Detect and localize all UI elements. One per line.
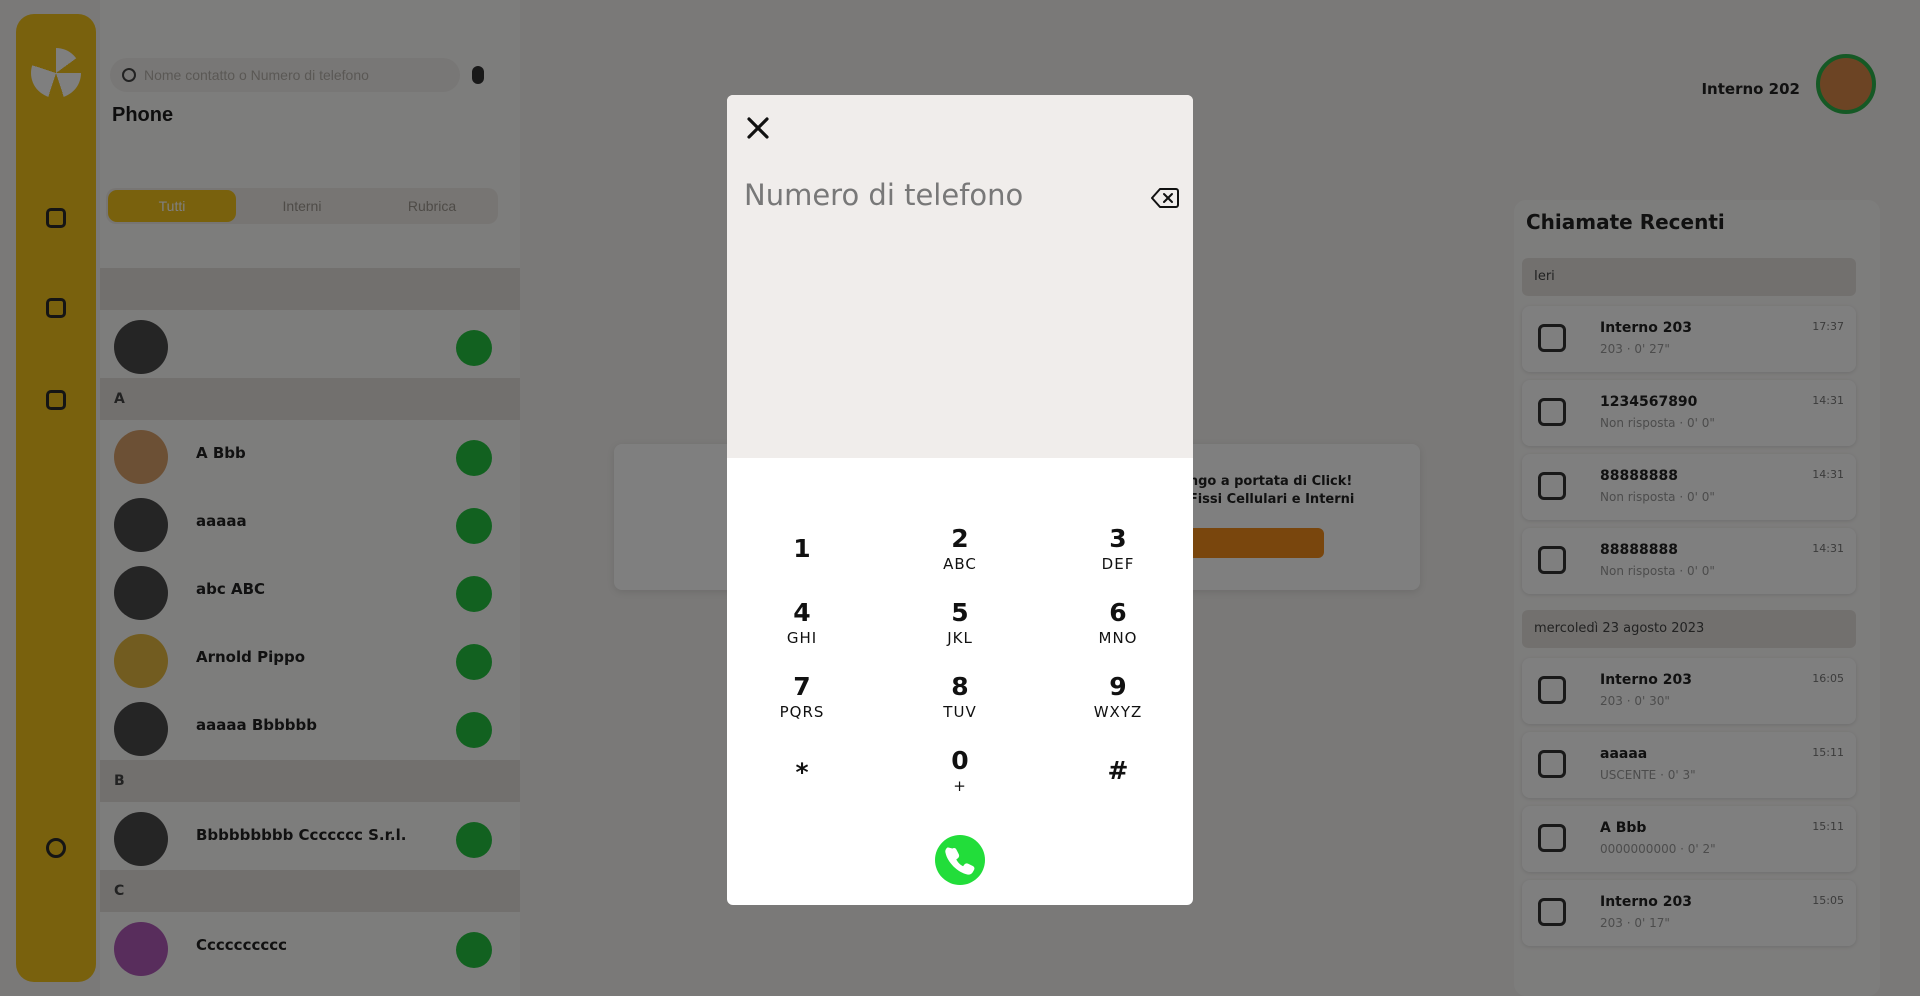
key-letters: DEF	[1101, 555, 1135, 573]
key-digit: 2	[951, 524, 969, 553]
dialpad-key-4[interactable]: 4 GHI	[742, 599, 862, 663]
dialpad-key-3[interactable]: 3 DEF	[1058, 525, 1178, 589]
key-letters: WXYZ	[1093, 703, 1143, 721]
phone-number-input[interactable]	[744, 173, 1134, 217]
dialpad-header	[727, 95, 1193, 458]
close-icon	[747, 117, 769, 139]
key-digit: 6	[1109, 598, 1127, 627]
key-letters: JKL	[947, 629, 973, 647]
key-letters: GHI	[786, 629, 818, 647]
dialpad-key-star[interactable]: *	[742, 747, 862, 823]
key-digit: 5	[951, 598, 969, 627]
key-letters: MNO	[1098, 629, 1138, 647]
key-digit: 0	[951, 746, 969, 775]
key-letters: +	[953, 777, 967, 795]
backspace-icon	[1151, 188, 1179, 208]
dialpad-key-9[interactable]: 9 WXYZ	[1058, 673, 1178, 737]
key-digit: 8	[951, 672, 969, 701]
backspace-button[interactable]	[1151, 187, 1179, 209]
key-digit: 3	[1109, 524, 1127, 553]
key-letters: PQRS	[779, 703, 825, 721]
dialpad-key-5[interactable]: 5 JKL	[900, 599, 1020, 663]
dialpad-key-0[interactable]: 0 +	[900, 747, 1020, 811]
call-button[interactable]	[935, 835, 985, 885]
dialpad-key-1[interactable]: 1	[742, 525, 862, 599]
key-letters: TUV	[943, 703, 977, 721]
key-digit: 9	[1109, 672, 1127, 701]
key-digit: *	[795, 758, 809, 787]
close-button[interactable]	[743, 113, 773, 143]
phone-icon	[945, 847, 975, 875]
dialpad-key-7[interactable]: 7 PQRS	[742, 673, 862, 737]
key-letters: ABC	[943, 555, 977, 573]
dialpad-key-hash[interactable]: #	[1058, 747, 1178, 821]
key-digit: 7	[793, 672, 811, 701]
dialpad-key-6[interactable]: 6 MNO	[1058, 599, 1178, 663]
key-digit: 1	[793, 534, 811, 563]
key-digit: #	[1107, 756, 1129, 785]
key-digit: 4	[793, 598, 811, 627]
dialpad-dialog: 1 2 ABC 3 DEF 4 GHI 5 JKL 6 MNO 7 PQRS 8…	[727, 95, 1193, 905]
dialpad-key-2[interactable]: 2 ABC	[900, 525, 1020, 589]
dialpad-key-8[interactable]: 8 TUV	[900, 673, 1020, 737]
